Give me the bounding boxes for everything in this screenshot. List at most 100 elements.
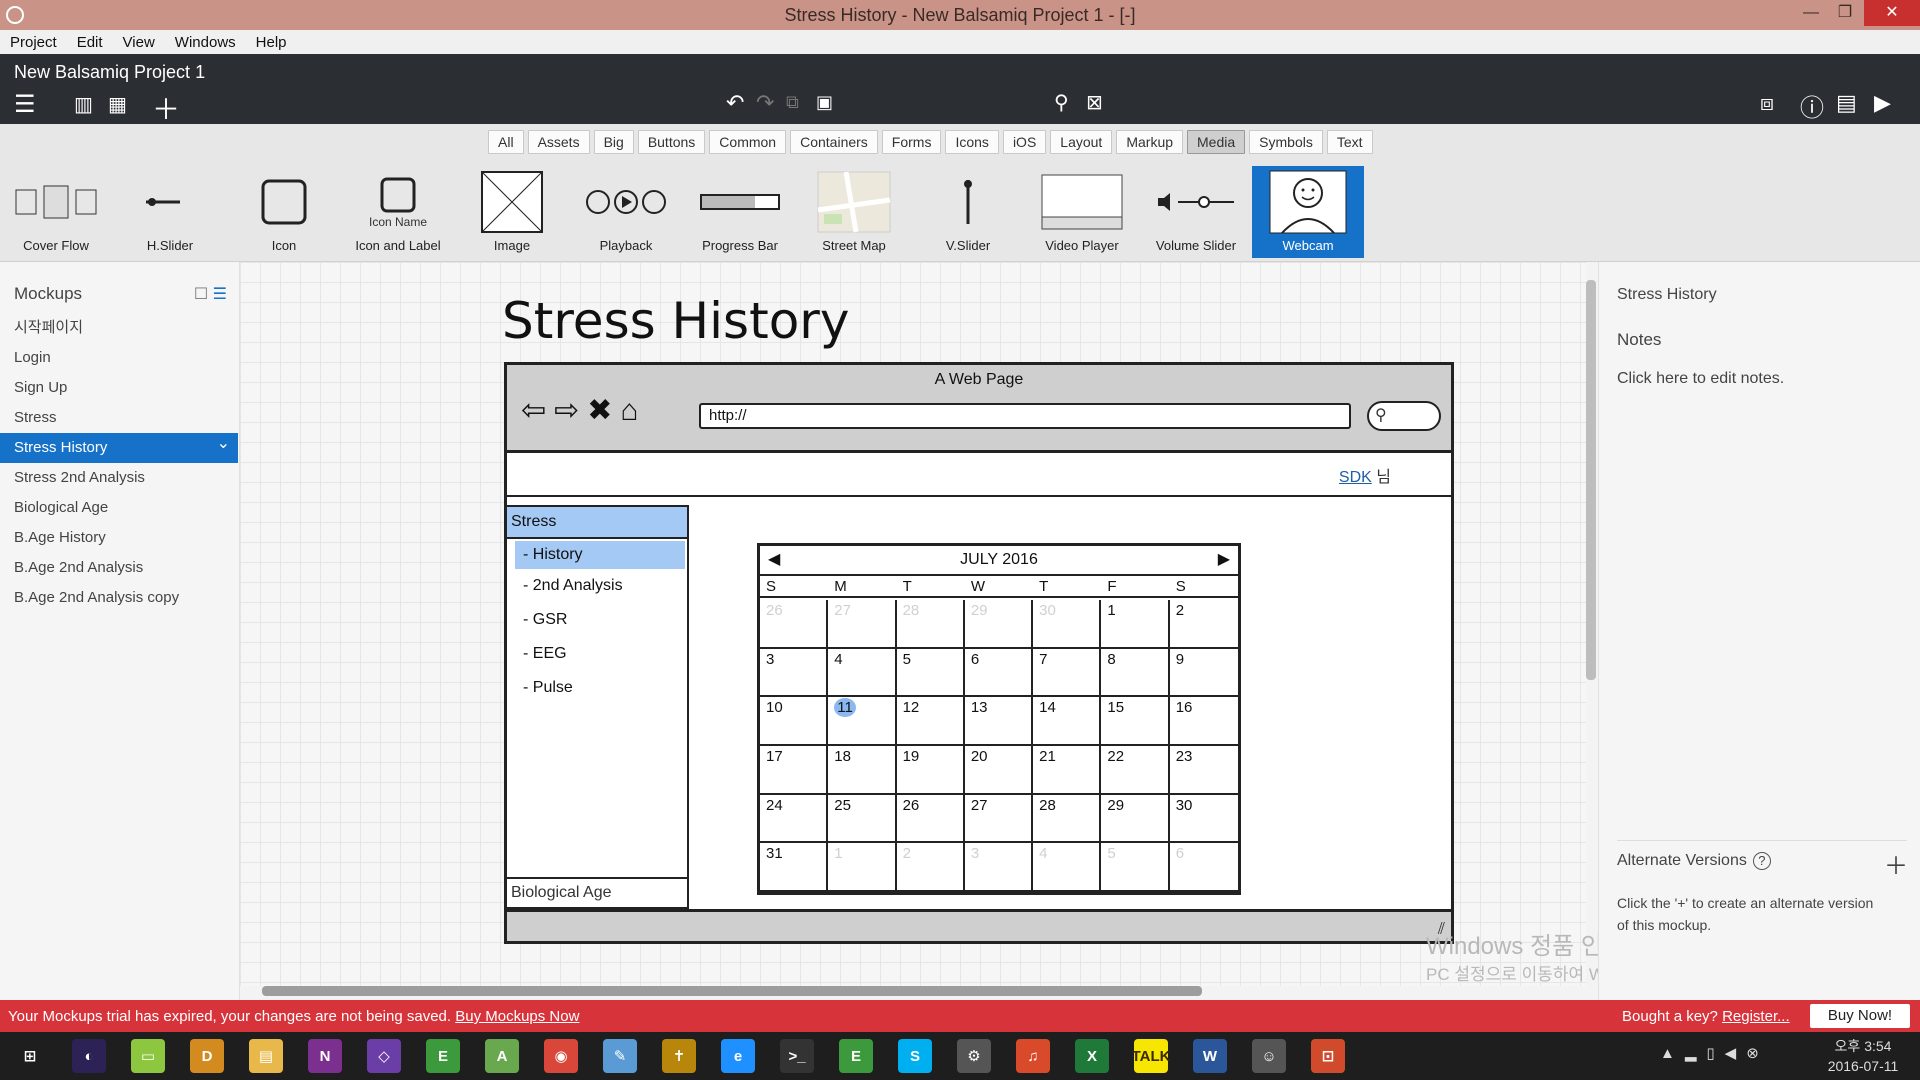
add-alternate-icon[interactable]: ＋: [1884, 846, 1908, 881]
copy-icon[interactable]: ⧉: [786, 92, 799, 113]
skype-icon[interactable]: S: [889, 1036, 941, 1076]
evernote-icon[interactable]: E: [417, 1036, 469, 1076]
system-clock[interactable]: 오후 3:54 2016-07-11: [1818, 1036, 1908, 1076]
mockup-title[interactable]: Stress History: [502, 292, 849, 350]
add-icon[interactable]: ＋: [152, 88, 180, 128]
menu-help[interactable]: Help: [246, 34, 297, 51]
share-icon[interactable]: ⧈: [1760, 90, 1774, 116]
volume-icon[interactable]: ◀: [1725, 1045, 1747, 1062]
filter-chip-big[interactable]: Big: [593, 130, 634, 154]
filter-chip-assets[interactable]: Assets: [527, 130, 590, 154]
component-v-slider[interactable]: V.Slider: [912, 166, 1024, 258]
info-icon[interactable]: ⓘ: [1800, 88, 1824, 123]
close-button[interactable]: ✕: [1864, 0, 1920, 26]
redo-icon[interactable]: ↷: [756, 90, 774, 116]
menu-view[interactable]: View: [113, 34, 165, 51]
list-view-icon[interactable]: ☰: [213, 286, 227, 303]
pdf-icon[interactable]: ⊡: [1302, 1036, 1354, 1076]
evernote-2-icon[interactable]: E: [830, 1036, 882, 1076]
ie-icon[interactable]: e: [712, 1036, 764, 1076]
start-icon[interactable]: ⊞: [4, 1036, 56, 1076]
mockup-list-item[interactable]: Login: [0, 343, 238, 373]
component-h-slider[interactable]: H.Slider: [114, 166, 226, 258]
filter-chip-symbols[interactable]: Symbols: [1249, 130, 1323, 154]
maximize-button[interactable]: ❐: [1822, 0, 1868, 26]
filter-chip-forms[interactable]: Forms: [881, 130, 942, 154]
component-video-player[interactable]: Video Player: [1026, 166, 1138, 258]
grid-view-icon[interactable]: ▦: [108, 92, 127, 117]
calendar-day-number: 11: [834, 698, 856, 718]
single-view-icon[interactable]: ▥: [74, 92, 93, 117]
component-playback[interactable]: Playback: [570, 166, 682, 258]
visual-studio-icon[interactable]: ◇: [358, 1036, 410, 1076]
thumbnail-view-icon[interactable]: ☐: [194, 286, 208, 303]
viewer-icon[interactable]: D: [181, 1036, 233, 1076]
notification-icon[interactable]: ⊗: [1746, 1045, 1769, 1062]
hamburger-menu-icon[interactable]: ☰: [14, 90, 36, 119]
balsamiq-icon[interactable]: ☺: [1243, 1036, 1295, 1076]
component-cover-flow[interactable]: Cover Flow: [0, 166, 112, 258]
help-icon[interactable]: ?: [1752, 852, 1771, 870]
buy-now-button[interactable]: Buy Now!: [1810, 1004, 1910, 1028]
register-link[interactable]: Register...: [1722, 1008, 1790, 1025]
clipboard-icon[interactable]: ▣: [816, 92, 833, 113]
mockup-list-item[interactable]: B.Age 2nd Analysis: [0, 553, 238, 583]
component-street-map[interactable]: Street Map: [798, 166, 910, 258]
terminal-icon[interactable]: >_: [771, 1036, 823, 1076]
canvas-horizontal-scrollbar[interactable]: [262, 986, 1202, 996]
filter-chip-all[interactable]: All: [488, 130, 524, 154]
eclipse-icon[interactable]: ◐: [63, 1036, 115, 1076]
filter-chip-text[interactable]: Text: [1326, 130, 1373, 154]
onenote-icon[interactable]: N: [299, 1036, 351, 1076]
mockup-list-item[interactable]: 시작페이지: [0, 313, 238, 343]
music-icon[interactable]: ♫: [1007, 1036, 1059, 1076]
filter-chip-layout[interactable]: Layout: [1050, 130, 1113, 154]
presentation-icon[interactable]: ▶: [1874, 90, 1891, 116]
filter-chip-media[interactable]: Media: [1187, 130, 1246, 154]
filter-chip-containers[interactable]: Containers: [790, 130, 878, 154]
mockup-list-item[interactable]: B.Age 2nd Analysis copy: [0, 583, 238, 613]
component-icon[interactable]: Icon: [228, 166, 340, 258]
network-icon[interactable]: ▂: [1685, 1045, 1707, 1062]
mockup-list-item[interactable]: Stress History: [0, 429, 238, 463]
browser-window-mockup[interactable]: A Web Page ⇦⇨✖⌂ http:// ⚲ SDK 님 Stress -…: [504, 362, 1454, 944]
word-icon[interactable]: W: [1184, 1036, 1236, 1076]
fullscreen-icon[interactable]: ⊠: [1086, 90, 1103, 115]
game-icon[interactable]: ✝: [653, 1036, 705, 1076]
android-studio-icon[interactable]: A: [476, 1036, 528, 1076]
menu-windows[interactable]: Windows: [165, 34, 246, 51]
filter-chip-icons[interactable]: Icons: [945, 130, 999, 154]
tray-up-icon[interactable]: ▲: [1660, 1045, 1685, 1062]
component-webcam[interactable]: Webcam: [1252, 166, 1364, 258]
explorer-icon[interactable]: ▤: [240, 1036, 292, 1076]
mockup-list-item[interactable]: Sign Up: [0, 373, 238, 403]
mockup-list-item[interactable]: Stress 2nd Analysis: [0, 463, 238, 493]
filter-chip-ios[interactable]: iOS: [1002, 130, 1047, 154]
search-icon[interactable]: ⚲: [1054, 90, 1069, 115]
notes-panel-icon[interactable]: ▤: [1836, 90, 1857, 116]
filter-chip-buttons[interactable]: Buttons: [637, 130, 706, 154]
canvas-vertical-scrollbar[interactable]: [1586, 280, 1596, 680]
component-icon-and-label[interactable]: Icon Name Icon and Label: [342, 166, 454, 258]
menu-edit[interactable]: Edit: [67, 34, 113, 51]
menu-project[interactable]: Project: [0, 34, 67, 51]
excel-icon[interactable]: X: [1066, 1036, 1118, 1076]
buy-mockups-link[interactable]: Buy Mockups Now: [455, 1008, 579, 1025]
undo-icon[interactable]: ↶: [726, 90, 744, 116]
mockup-list-item[interactable]: Stress: [0, 403, 238, 433]
component-image[interactable]: Image: [456, 166, 568, 258]
filter-chip-markup[interactable]: Markup: [1116, 130, 1184, 154]
pen-icon[interactable]: ✎: [594, 1036, 646, 1076]
canvas[interactable]: Stress History A Web Page ⇦⇨✖⌂ http:// ⚲…: [240, 262, 1586, 986]
mockup-list-item[interactable]: Biological Age: [0, 493, 238, 523]
component-progress-bar[interactable]: Progress Bar: [684, 166, 796, 258]
filter-chip-common[interactable]: Common: [709, 130, 787, 154]
settings-icon[interactable]: ⚙: [948, 1036, 1000, 1076]
mockup-list-item[interactable]: B.Age History: [0, 523, 238, 553]
notes-icon[interactable]: ▭: [122, 1036, 174, 1076]
kakaotalk-icon[interactable]: TALK: [1125, 1036, 1177, 1076]
component-volume-slider[interactable]: Volume Slider: [1140, 166, 1252, 258]
notes-edit-hint[interactable]: Click here to edit notes.: [1617, 370, 1784, 388]
chrome-icon[interactable]: ◉: [535, 1036, 587, 1076]
battery-icon[interactable]: ▯: [1706, 1045, 1724, 1062]
